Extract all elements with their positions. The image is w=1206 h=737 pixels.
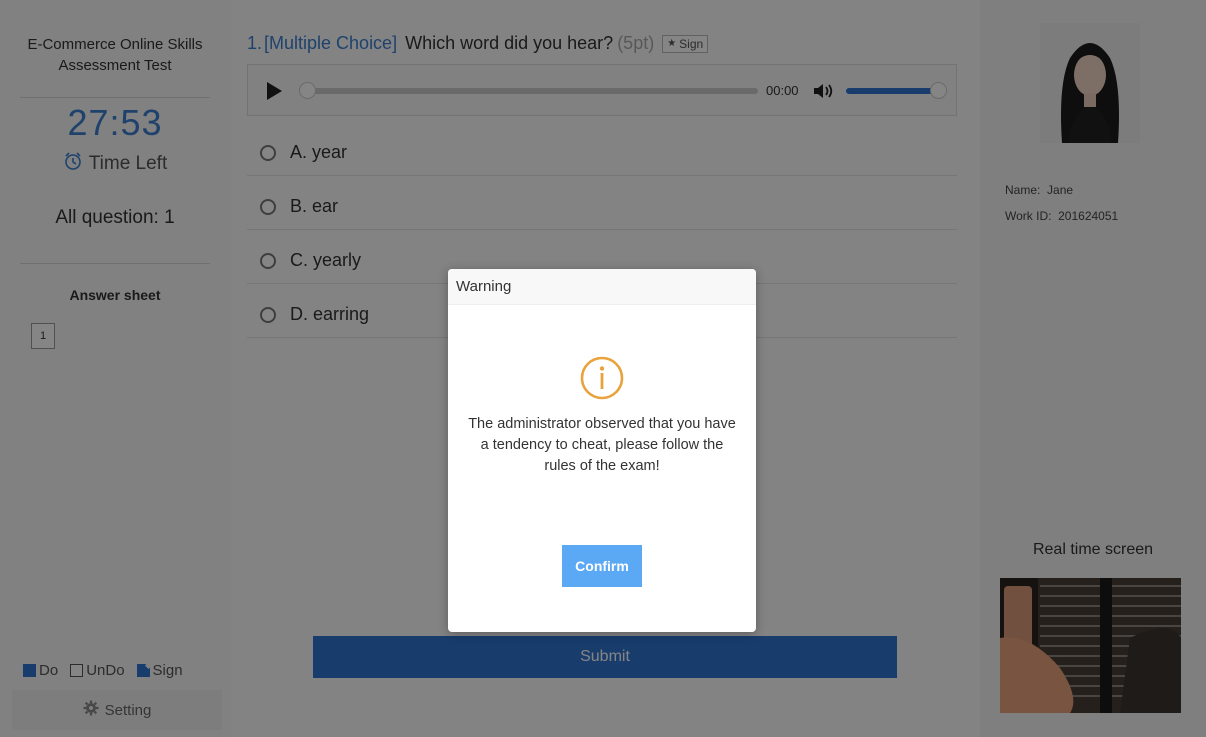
info-icon [580, 356, 624, 405]
warning-dialog: Warning The administrator observed that … [448, 269, 756, 632]
dialog-message: The administrator observed that you have… [468, 416, 736, 474]
dialog-title: Warning [448, 269, 756, 305]
confirm-button[interactable]: Confirm [562, 545, 642, 587]
